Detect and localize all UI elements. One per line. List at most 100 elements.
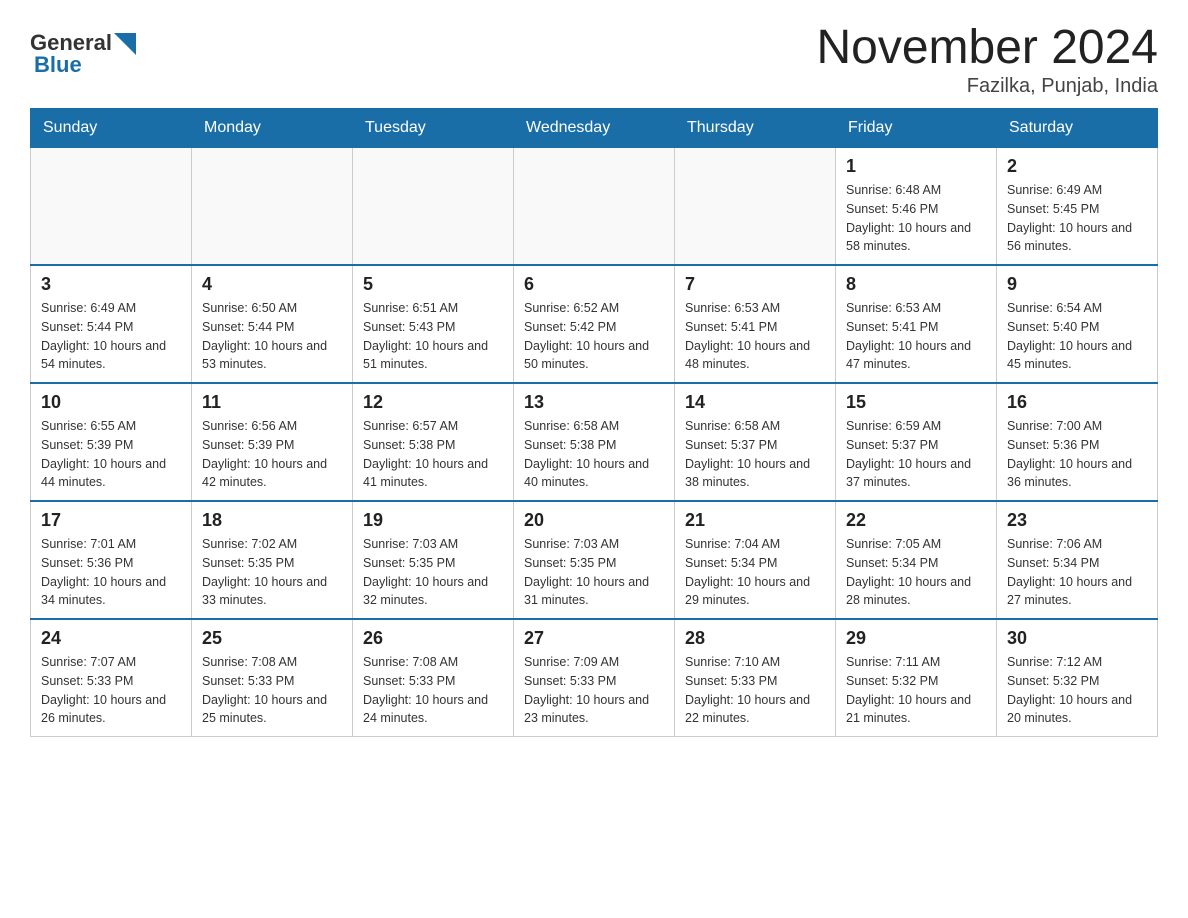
month-title: November 2024 — [816, 20, 1158, 75]
day-info: Sunrise: 6:53 AM Sunset: 5:41 PM Dayligh… — [846, 299, 986, 374]
day-info: Sunrise: 6:52 AM Sunset: 5:42 PM Dayligh… — [524, 299, 664, 374]
day-info: Sunrise: 6:59 AM Sunset: 5:37 PM Dayligh… — [846, 417, 986, 492]
day-info: Sunrise: 6:57 AM Sunset: 5:38 PM Dayligh… — [363, 417, 503, 492]
day-number: 17 — [41, 510, 181, 531]
day-number: 21 — [685, 510, 825, 531]
calendar-cell: 20 Sunrise: 7:03 AM Sunset: 5:35 PM Dayli… — [514, 501, 675, 619]
day-info: Sunrise: 7:06 AM Sunset: 5:34 PM Dayligh… — [1007, 535, 1147, 610]
day-number: 11 — [202, 392, 342, 413]
day-number: 30 — [1007, 628, 1147, 649]
day-number: 8 — [846, 274, 986, 295]
day-info: Sunrise: 6:58 AM Sunset: 5:38 PM Dayligh… — [524, 417, 664, 492]
calendar-week-1: 1Sunrise: 6:48 AM Sunset: 5:46 PM Daylig… — [31, 148, 1158, 266]
calendar-cell: 24Sunrise: 7:07 AM Sunset: 5:33 PM Dayli… — [31, 619, 192, 737]
day-info: Sunrise: 6:58 AM Sunset: 5:37 PM Dayligh… — [685, 417, 825, 492]
day-number: 16 — [1007, 392, 1147, 413]
logo-triangle-icon — [114, 33, 136, 55]
calendar-cell: 7 Sunrise: 6:53 AM Sunset: 5:41 PM Daylig… — [675, 265, 836, 383]
page-header: General Blue November 2024 Fazilka, Punj… — [30, 20, 1158, 98]
weekday-header-sunday: Sunday — [31, 109, 192, 148]
calendar-cell: 26 Sunrise: 7:08 AM Sunset: 5:33 PM Dayli… — [353, 619, 514, 737]
calendar-cell: 13 Sunrise: 6:58 AM Sunset: 5:38 PM Dayli… — [514, 383, 675, 501]
day-number: 14 — [685, 392, 825, 413]
calendar-cell — [353, 148, 514, 266]
calendar-cell: 11 Sunrise: 6:56 AM Sunset: 5:39 PM Dayli… — [192, 383, 353, 501]
day-info: Sunrise: 7:01 AM Sunset: 5:36 PM Dayligh… — [41, 535, 181, 610]
title-area: November 2024 Fazilka, Punjab, India — [816, 20, 1158, 98]
calendar-cell: 21Sunrise: 7:04 AM Sunset: 5:34 PM Dayli… — [675, 501, 836, 619]
calendar-cell: 5 Sunrise: 6:51 AM Sunset: 5:43 PM Daylig… — [353, 265, 514, 383]
calendar-cell — [675, 148, 836, 266]
day-number: 22 — [846, 510, 986, 531]
calendar-cell: 1Sunrise: 6:48 AM Sunset: 5:46 PM Daylig… — [836, 148, 997, 266]
calendar-cell: 6 Sunrise: 6:52 AM Sunset: 5:42 PM Daylig… — [514, 265, 675, 383]
day-info: Sunrise: 6:51 AM Sunset: 5:43 PM Dayligh… — [363, 299, 503, 374]
day-info: Sunrise: 7:00 AM Sunset: 5:36 PM Dayligh… — [1007, 417, 1147, 492]
calendar-cell: 10 Sunrise: 6:55 AM Sunset: 5:39 PM Dayli… — [31, 383, 192, 501]
day-number: 10 — [41, 392, 181, 413]
day-info: Sunrise: 7:08 AM Sunset: 5:33 PM Dayligh… — [202, 653, 342, 728]
weekday-header-friday: Friday — [836, 109, 997, 148]
weekday-header-monday: Monday — [192, 109, 353, 148]
day-info: Sunrise: 7:09 AM Sunset: 5:33 PM Dayligh… — [524, 653, 664, 728]
calendar-cell: 28Sunrise: 7:10 AM Sunset: 5:33 PM Dayli… — [675, 619, 836, 737]
day-info: Sunrise: 7:05 AM Sunset: 5:34 PM Dayligh… — [846, 535, 986, 610]
day-number: 7 — [685, 274, 825, 295]
day-info: Sunrise: 7:03 AM Sunset: 5:35 PM Dayligh… — [524, 535, 664, 610]
day-number: 4 — [202, 274, 342, 295]
day-info: Sunrise: 7:07 AM Sunset: 5:33 PM Dayligh… — [41, 653, 181, 728]
weekday-header-thursday: Thursday — [675, 109, 836, 148]
day-number: 12 — [363, 392, 503, 413]
day-info: Sunrise: 6:53 AM Sunset: 5:41 PM Dayligh… — [685, 299, 825, 374]
calendar-cell: 14 Sunrise: 6:58 AM Sunset: 5:37 PM Dayli… — [675, 383, 836, 501]
day-info: Sunrise: 6:49 AM Sunset: 5:44 PM Dayligh… — [41, 299, 181, 374]
calendar-cell: 4 Sunrise: 6:50 AM Sunset: 5:44 PM Daylig… — [192, 265, 353, 383]
day-info: Sunrise: 6:48 AM Sunset: 5:46 PM Dayligh… — [846, 181, 986, 256]
day-number: 5 — [363, 274, 503, 295]
day-info: Sunrise: 6:49 AM Sunset: 5:45 PM Dayligh… — [1007, 181, 1147, 256]
calendar-cell — [514, 148, 675, 266]
calendar-cell: 29Sunrise: 7:11 AM Sunset: 5:32 PM Dayli… — [836, 619, 997, 737]
calendar-cell: 30 Sunrise: 7:12 AM Sunset: 5:32 PM Dayli… — [997, 619, 1158, 737]
calendar-week-2: 3 Sunrise: 6:49 AM Sunset: 5:44 PM Daylig… — [31, 265, 1158, 383]
day-number: 13 — [524, 392, 664, 413]
day-info: Sunrise: 7:03 AM Sunset: 5:35 PM Dayligh… — [363, 535, 503, 610]
location-title: Fazilka, Punjab, India — [816, 75, 1158, 98]
calendar-cell — [31, 148, 192, 266]
day-number: 18 — [202, 510, 342, 531]
day-number: 27 — [524, 628, 664, 649]
calendar-cell: 18 Sunrise: 7:02 AM Sunset: 5:35 PM Dayli… — [192, 501, 353, 619]
day-info: Sunrise: 6:55 AM Sunset: 5:39 PM Dayligh… — [41, 417, 181, 492]
weekday-header-row: SundayMondayTuesdayWednesdayThursdayFrid… — [31, 109, 1158, 148]
day-number: 20 — [524, 510, 664, 531]
calendar-cell: 3 Sunrise: 6:49 AM Sunset: 5:44 PM Daylig… — [31, 265, 192, 383]
day-number: 23 — [1007, 510, 1147, 531]
weekday-header-tuesday: Tuesday — [353, 109, 514, 148]
calendar-week-5: 24Sunrise: 7:07 AM Sunset: 5:33 PM Dayli… — [31, 619, 1158, 737]
day-number: 25 — [202, 628, 342, 649]
calendar-cell: 16 Sunrise: 7:00 AM Sunset: 5:36 PM Dayli… — [997, 383, 1158, 501]
calendar-cell: 12 Sunrise: 6:57 AM Sunset: 5:38 PM Dayli… — [353, 383, 514, 501]
calendar-week-3: 10 Sunrise: 6:55 AM Sunset: 5:39 PM Dayli… — [31, 383, 1158, 501]
calendar-cell: 27 Sunrise: 7:09 AM Sunset: 5:33 PM Dayli… — [514, 619, 675, 737]
day-number: 2 — [1007, 156, 1147, 177]
day-number: 19 — [363, 510, 503, 531]
day-info: Sunrise: 7:12 AM Sunset: 5:32 PM Dayligh… — [1007, 653, 1147, 728]
day-info: Sunrise: 6:50 AM Sunset: 5:44 PM Dayligh… — [202, 299, 342, 374]
calendar-cell: 2 Sunrise: 6:49 AM Sunset: 5:45 PM Daylig… — [997, 148, 1158, 266]
weekday-header-wednesday: Wednesday — [514, 109, 675, 148]
day-number: 28 — [685, 628, 825, 649]
day-number: 3 — [41, 274, 181, 295]
calendar-cell: 15Sunrise: 6:59 AM Sunset: 5:37 PM Dayli… — [836, 383, 997, 501]
logo: General Blue — [30, 30, 136, 78]
calendar-week-4: 17 Sunrise: 7:01 AM Sunset: 5:36 PM Dayli… — [31, 501, 1158, 619]
logo-blue-text: Blue — [34, 52, 82, 78]
calendar-cell: 25 Sunrise: 7:08 AM Sunset: 5:33 PM Dayli… — [192, 619, 353, 737]
day-number: 6 — [524, 274, 664, 295]
day-info: Sunrise: 6:56 AM Sunset: 5:39 PM Dayligh… — [202, 417, 342, 492]
day-number: 9 — [1007, 274, 1147, 295]
day-info: Sunrise: 7:02 AM Sunset: 5:35 PM Dayligh… — [202, 535, 342, 610]
day-number: 26 — [363, 628, 503, 649]
day-info: Sunrise: 7:08 AM Sunset: 5:33 PM Dayligh… — [363, 653, 503, 728]
calendar-table: SundayMondayTuesdayWednesdayThursdayFrid… — [30, 108, 1158, 737]
